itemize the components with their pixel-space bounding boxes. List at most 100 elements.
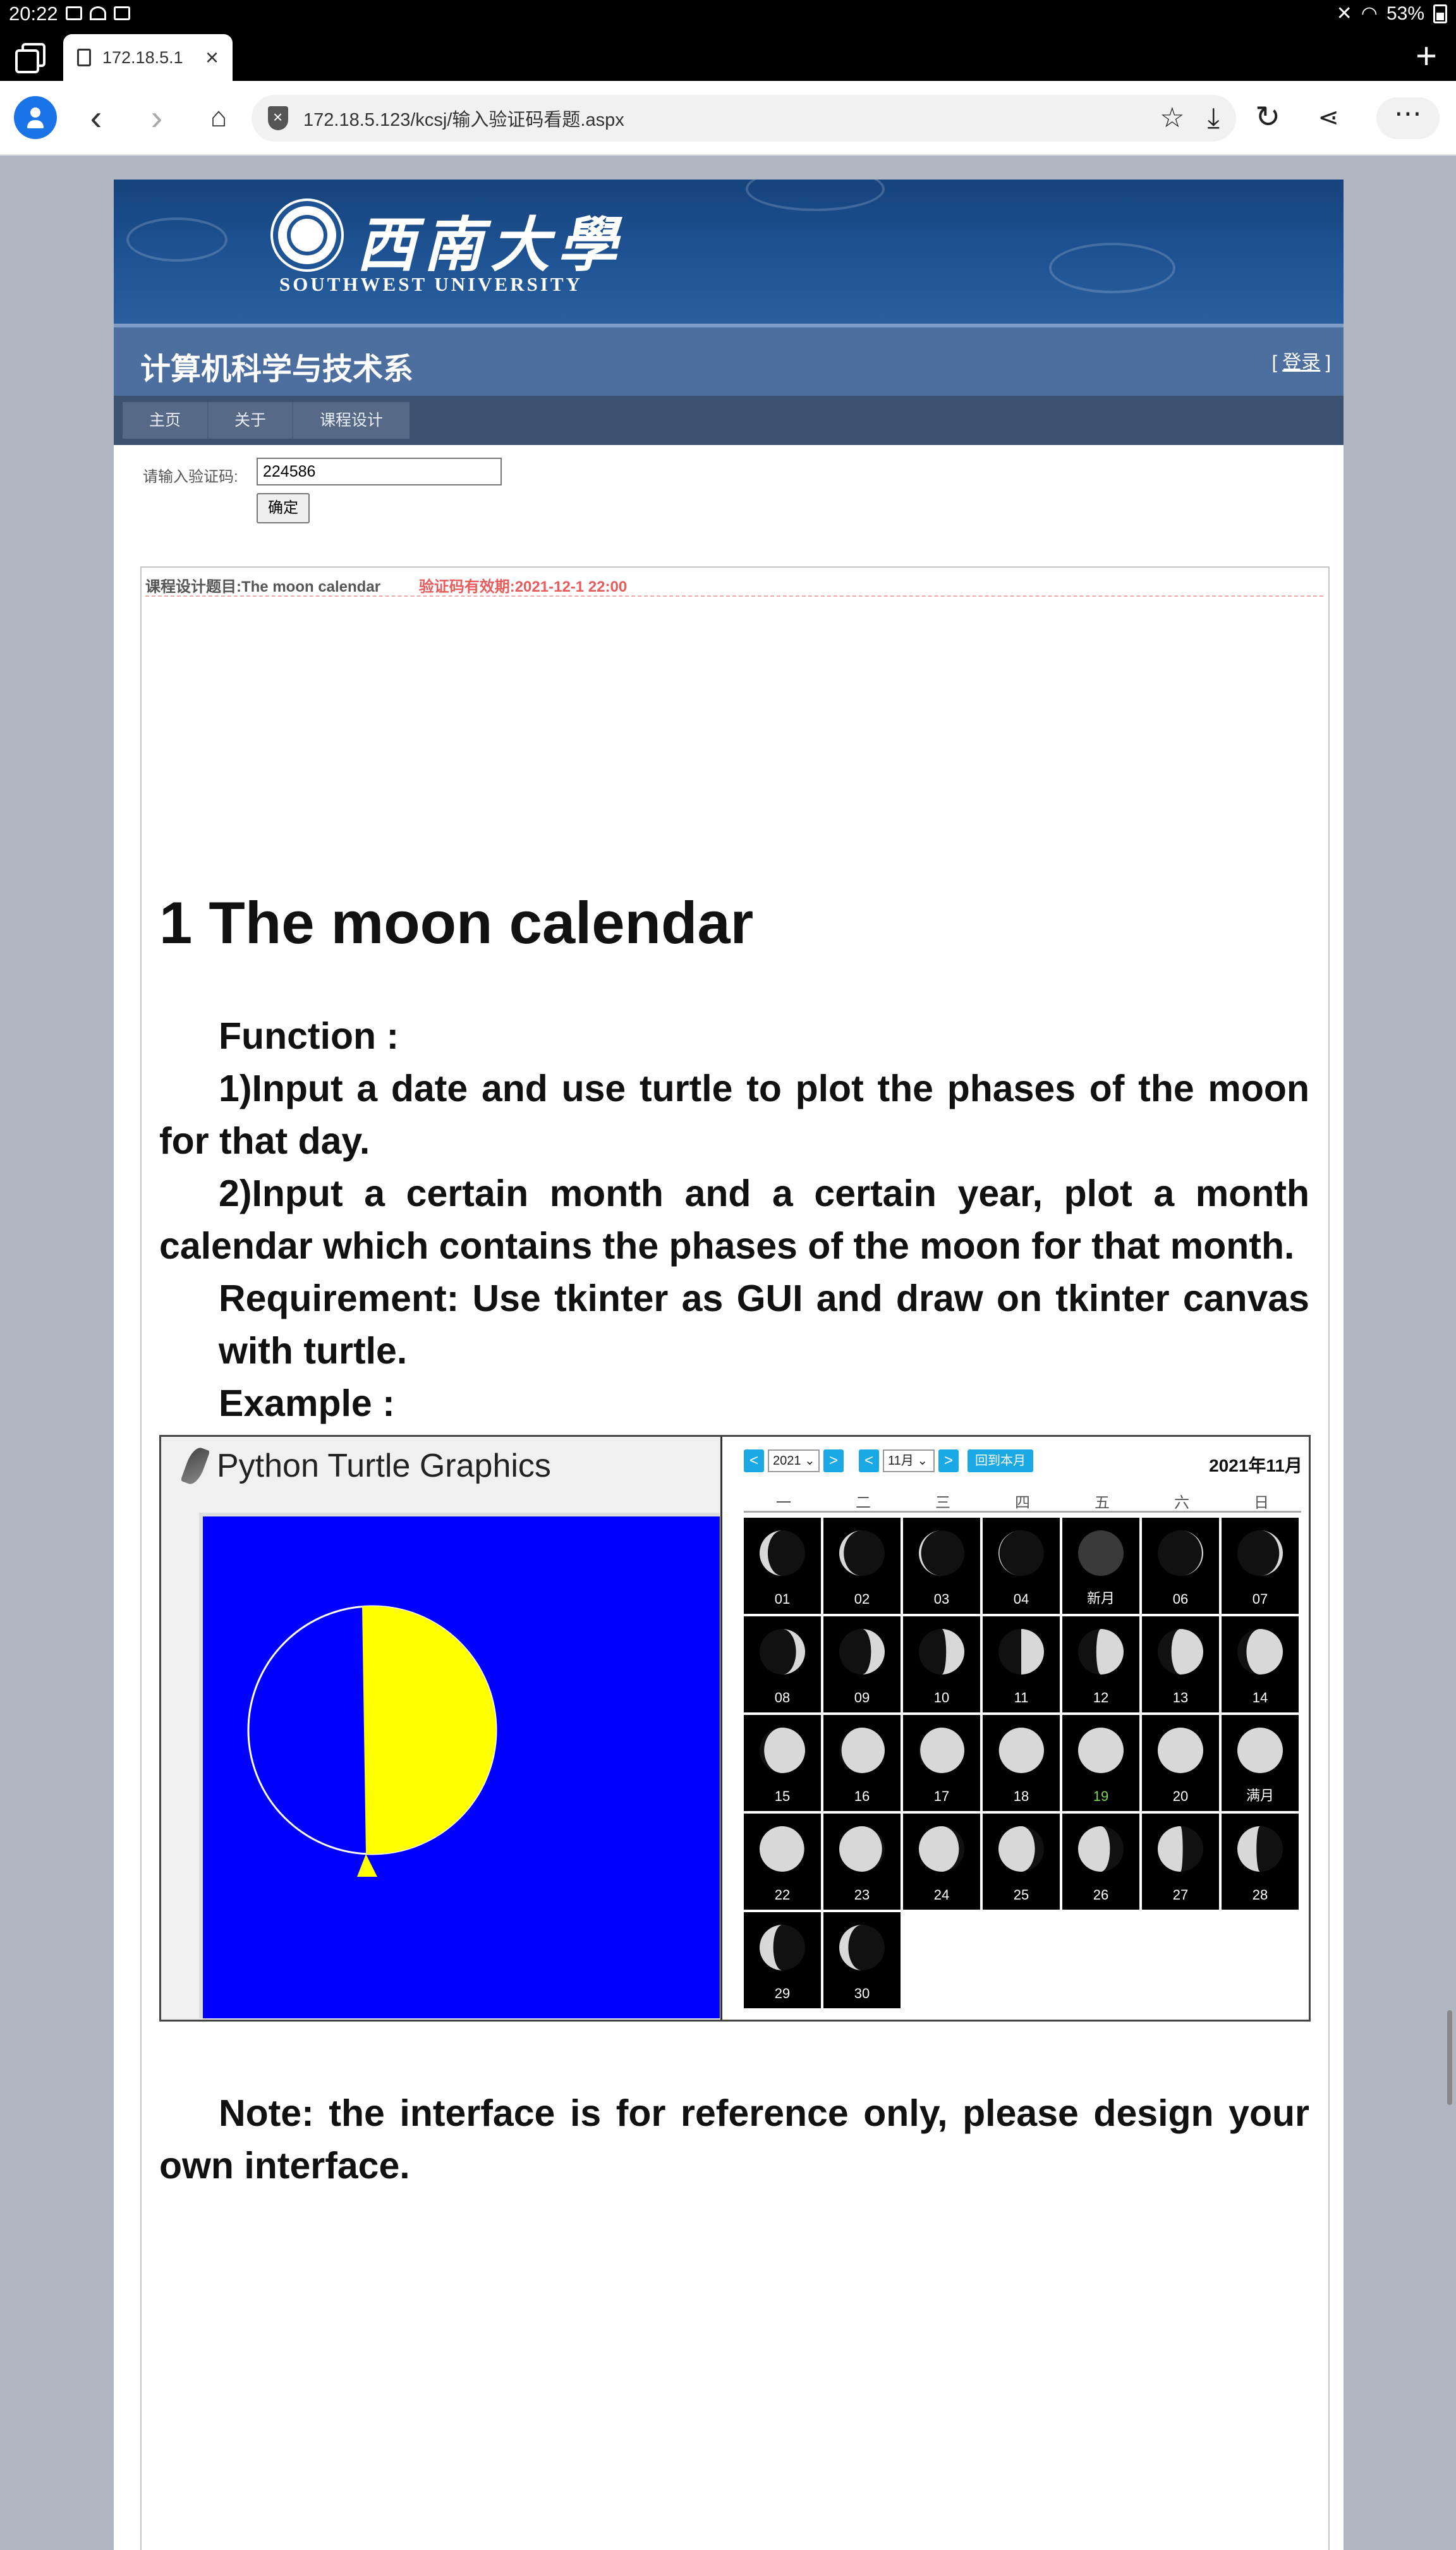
- moon-phase-icon: [1078, 1629, 1124, 1675]
- calendar-day-label: 08: [774, 1690, 791, 1705]
- calendar-day-label: 09: [854, 1690, 870, 1705]
- calendar-day-cell[interactable]: 15: [744, 1715, 821, 1811]
- close-tab-icon[interactable]: ×: [205, 46, 219, 69]
- calendar-day-cell[interactable]: 20: [1142, 1715, 1219, 1811]
- university-name-en: SOUTHWEST UNIVERSITY: [279, 273, 583, 295]
- share-icon[interactable]: ⋖: [1309, 99, 1347, 137]
- calendar-day-cell[interactable]: 16: [823, 1715, 901, 1811]
- calendar-day-label: 19: [1093, 1788, 1109, 1804]
- address-bar[interactable]: 172.18.5.123/kcsj/输入验证码看题.aspx ☆ ⤓: [252, 95, 1236, 142]
- page-scrollbar[interactable]: [1447, 2010, 1452, 2105]
- requirement-text: Requirement: Use tkinter as GUI and draw…: [219, 1278, 1309, 1372]
- calendar-day-cell[interactable]: 27: [1142, 1814, 1219, 1910]
- calendar-day-label: 10: [933, 1690, 950, 1705]
- calendar-day-cell[interactable]: 25: [983, 1814, 1060, 1910]
- moon-phase-icon: [919, 1826, 964, 1872]
- moon-phase-icon: [760, 1826, 805, 1872]
- calendar-day-cell[interactable]: 18: [983, 1715, 1060, 1811]
- login-link[interactable]: 登录: [1282, 352, 1320, 373]
- moon-phase-icon: [839, 1728, 885, 1773]
- calendar-day-cell[interactable]: 09: [823, 1616, 901, 1712]
- security-shield-icon[interactable]: [268, 106, 288, 130]
- calendar-day-cell[interactable]: 17: [903, 1715, 980, 1811]
- department-title: 计算机科学与技术系: [140, 353, 414, 386]
- calendar-day-cell[interactable]: 02: [823, 1518, 901, 1614]
- back-to-current-month-button[interactable]: 回到本月: [968, 1449, 1033, 1472]
- next-year-button[interactable]: >: [823, 1449, 844, 1472]
- moon-phase-icon: [760, 1728, 805, 1773]
- calendar-day-cell[interactable]: 23: [823, 1814, 901, 1910]
- calendar-day-cell[interactable]: 26: [1062, 1814, 1139, 1910]
- calendar-day-label: 满月: [1246, 1788, 1274, 1803]
- calendar-day-cell[interactable]: 14: [1222, 1616, 1299, 1712]
- calendar-day-cell[interactable]: 22: [744, 1814, 821, 1910]
- calendar-day-label: 04: [1013, 1591, 1029, 1607]
- calendar-day-cell[interactable]: 新月: [1062, 1518, 1139, 1614]
- code-validity: 验证码有效期:2021-12-1 22:00: [418, 578, 628, 595]
- calendar-day-label: 23: [854, 1887, 870, 1903]
- reload-icon[interactable]: ↻: [1249, 99, 1287, 137]
- calendar-day-cell[interactable]: 11: [983, 1616, 1060, 1712]
- calendar-day-label: 25: [1013, 1887, 1029, 1903]
- year-select[interactable]: 2021 ⌄: [768, 1449, 820, 1472]
- image-notification-icon: [66, 6, 82, 20]
- calendar-day-cell[interactable]: 03: [903, 1518, 980, 1614]
- course-topic: 课程设计题目:The moon calendar: [145, 578, 381, 595]
- calendar-day-cell[interactable]: 19: [1062, 1715, 1139, 1811]
- verification-code-input[interactable]: [257, 458, 502, 485]
- tab-strip: 172.18.5.1 × +: [0, 29, 1456, 81]
- tab-switcher-icon[interactable]: [15, 43, 46, 73]
- calendar-day-cell[interactable]: 06: [1142, 1518, 1219, 1614]
- nav-item-about[interactable]: 关于: [207, 402, 292, 439]
- new-tab-button[interactable]: +: [1416, 38, 1437, 75]
- calendar-day-cell[interactable]: 08: [744, 1616, 821, 1712]
- assignment-title: 1 The moon calendar: [159, 889, 754, 956]
- back-icon[interactable]: ‹: [77, 99, 115, 137]
- moon-phase-icon: [760, 1629, 805, 1675]
- url-text[interactable]: 172.18.5.123/kcsj/输入验证码看题.aspx: [303, 105, 1137, 131]
- calendar-day-cell[interactable]: 10: [903, 1616, 980, 1712]
- download-icon[interactable]: ⤓: [1208, 104, 1220, 132]
- moon-phase-icon: [1158, 1530, 1203, 1576]
- wifi-notification-icon: [90, 6, 106, 20]
- prev-year-button[interactable]: <: [744, 1449, 764, 1472]
- feather-icon: [180, 1445, 210, 1487]
- calendar-day-cell[interactable]: 12: [1062, 1616, 1139, 1712]
- calendar-day-label: 11: [1014, 1690, 1029, 1705]
- calendar-day-cell[interactable]: 30: [823, 1912, 901, 2008]
- calendar-day-cell[interactable]: 满月: [1222, 1715, 1299, 1811]
- battery-icon: [1433, 4, 1447, 23]
- profile-avatar[interactable]: [14, 96, 57, 139]
- bookmark-star-icon[interactable]: ☆: [1160, 104, 1184, 132]
- moon-phase-icon: [998, 1728, 1044, 1773]
- calendar-day-label: 02: [854, 1591, 870, 1607]
- calendar-day-cell[interactable]: 24: [903, 1814, 980, 1910]
- confirm-button[interactable]: 确定: [257, 493, 310, 523]
- moon-phase-icon: [1237, 1629, 1283, 1675]
- moon-phase-icon: [1158, 1826, 1203, 1872]
- calendar-day-cell[interactable]: 13: [1142, 1616, 1219, 1712]
- browser-tab[interactable]: 172.18.5.1 ×: [63, 34, 233, 81]
- calendar-day-cell[interactable]: 29: [744, 1912, 821, 2008]
- nav-item-course-design[interactable]: 课程设计: [292, 402, 410, 439]
- calendar-day-cell[interactable]: 04: [983, 1518, 1060, 1614]
- more-menu-icon[interactable]: ⋯: [1376, 97, 1440, 139]
- cloud-decoration: [746, 180, 885, 211]
- moon-phase-icon: [1078, 1826, 1124, 1872]
- prev-month-button[interactable]: <: [859, 1449, 879, 1472]
- nav-item-home[interactable]: 主页: [123, 402, 207, 439]
- university-name-cn: 西南大學: [356, 210, 625, 280]
- moon-phase-icon: [839, 1826, 885, 1872]
- turtle-cursor: [357, 1854, 377, 1877]
- next-month-button[interactable]: >: [938, 1449, 959, 1472]
- calendar-day-cell[interactable]: 07: [1222, 1518, 1299, 1614]
- calendar-day-cell[interactable]: 28: [1222, 1814, 1299, 1910]
- moon-phase-icon: [839, 1629, 885, 1675]
- assignment-meta: 课程设计题目:The moon calendar 验证码有效期:2021-12-…: [145, 574, 1323, 597]
- calendar-day-cell[interactable]: 01: [744, 1518, 821, 1614]
- turtle-window-title: Python Turtle Graphics: [180, 1445, 551, 1487]
- month-select[interactable]: 11月 ⌄: [883, 1449, 935, 1472]
- calendar-day-label: 新月: [1086, 1590, 1115, 1606]
- home-icon[interactable]: ⌂: [200, 99, 238, 137]
- forward-icon[interactable]: ›: [138, 99, 176, 137]
